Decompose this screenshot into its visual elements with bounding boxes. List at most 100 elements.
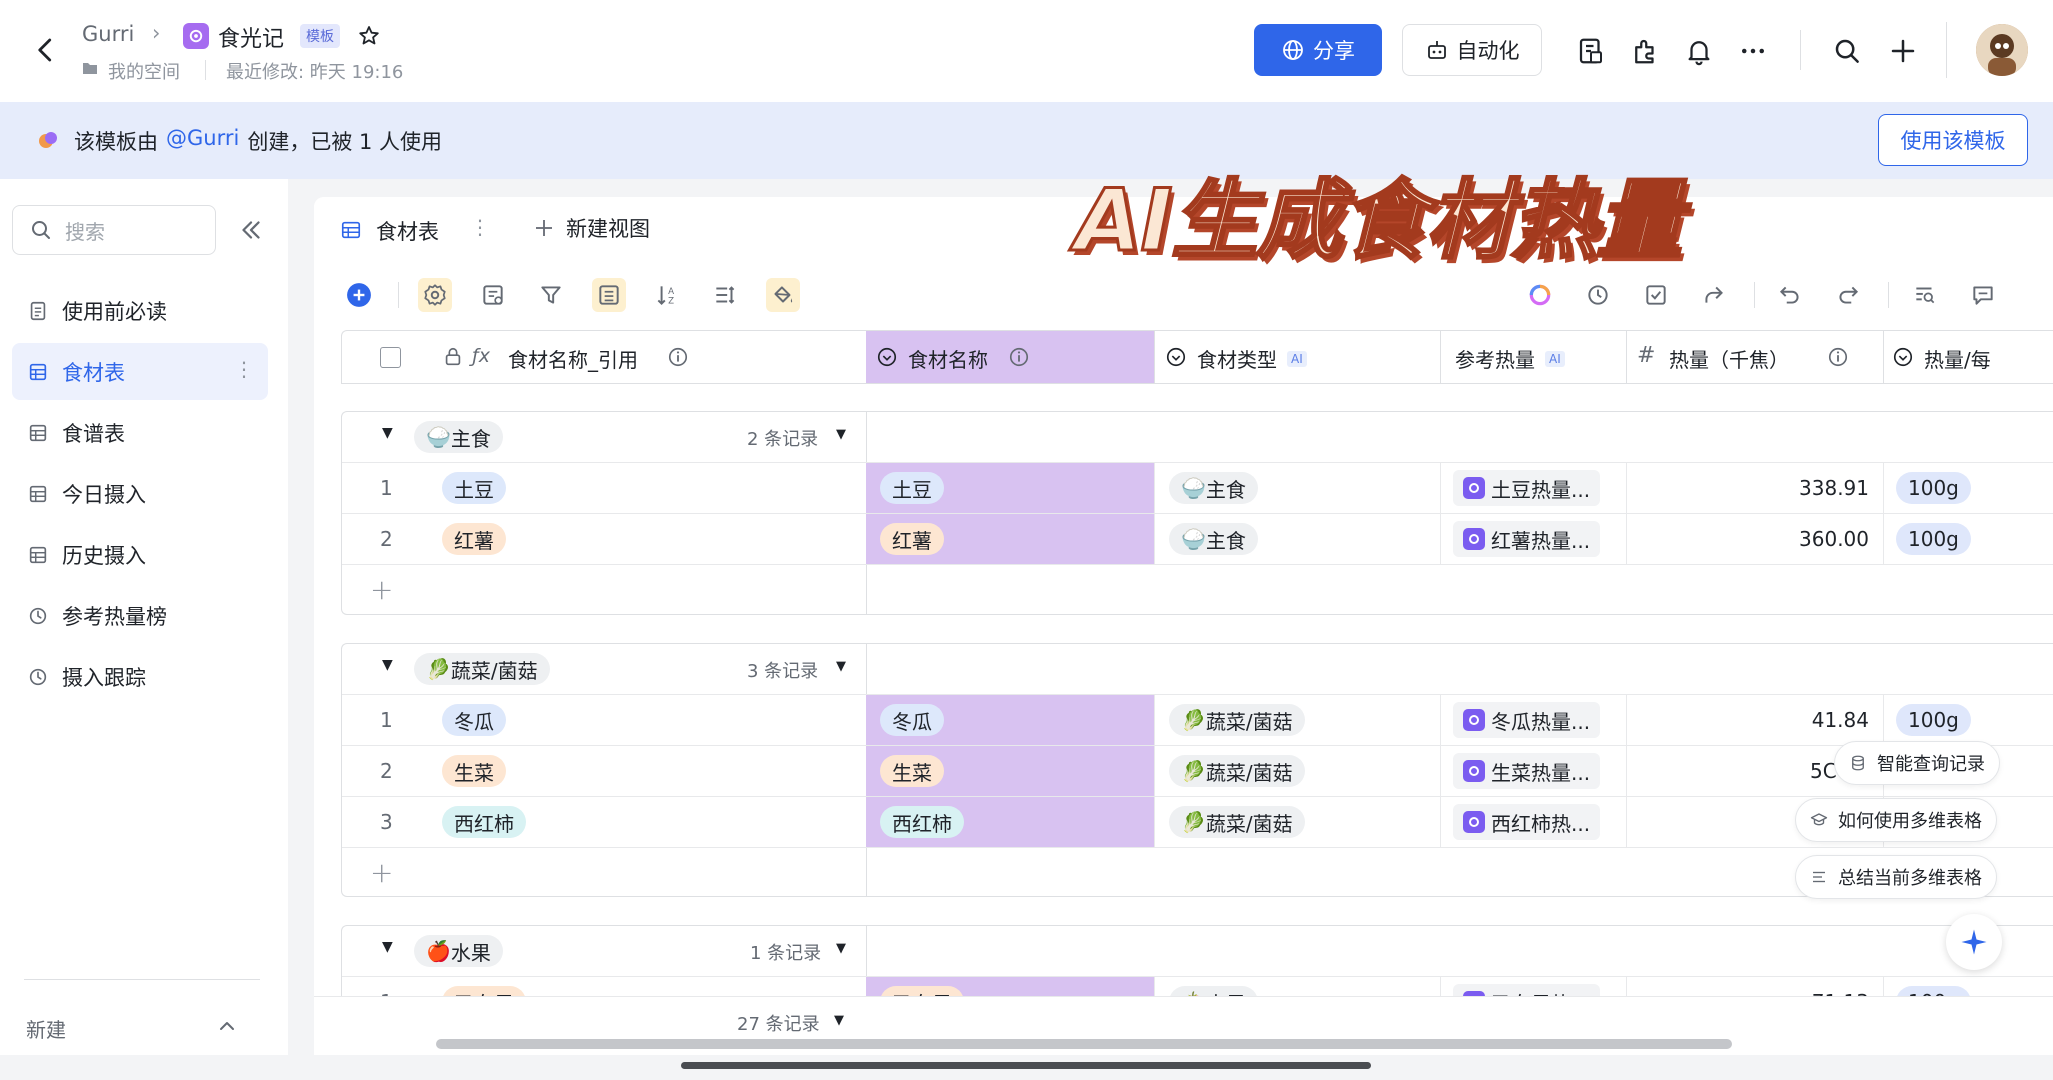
export-icon[interactable]: [1697, 278, 1731, 312]
sidebar-item-label: 使用前必读: [62, 299, 167, 324]
filter-icon[interactable]: [534, 278, 568, 312]
group-header[interactable]: ▼ 🍚 主食 2 条记录 ▼: [342, 412, 866, 462]
ref-calorie-link[interactable]: 冬瓜热量...: [1453, 702, 1601, 738]
share-button[interactable]: 分享: [1254, 24, 1382, 76]
suggestion-label: 智能查询记录: [1877, 754, 1985, 775]
banner-prefix: 该模板由: [74, 130, 158, 154]
star-icon[interactable]: [355, 22, 383, 50]
column-header-name-ref[interactable]: ƒx 食材名称_引用: [341, 330, 866, 384]
sidebar-item-intake-tracking[interactable]: 摄入跟踪: [12, 648, 268, 705]
add-row-icon[interactable]: +: [370, 856, 393, 889]
column-label: 食材类型: [1197, 348, 1277, 372]
ref-calorie-link[interactable]: 西红柿热...: [1453, 804, 1601, 840]
chevron-up-icon[interactable]: [212, 1011, 242, 1041]
more-vertical-icon[interactable]: ⋮: [234, 357, 254, 381]
ai-suggestion-summarize[interactable]: 总结当前多维表格: [1795, 855, 1997, 899]
settings-icon[interactable]: [418, 278, 452, 312]
form-icon[interactable]: [476, 278, 510, 312]
sort-icon[interactable]: AZ: [650, 278, 684, 312]
new-item-label[interactable]: 新建: [26, 1014, 66, 1043]
collapse-group-icon[interactable]: ▼: [382, 657, 393, 673]
redo-icon[interactable]: [1831, 278, 1865, 312]
add-record-icon[interactable]: [342, 278, 376, 312]
sidebar-item-history-intake[interactable]: 历史摄入: [12, 526, 268, 583]
ai-suggestion-smart-query[interactable]: 智能查询记录: [1834, 741, 2000, 785]
table-row[interactable]: 1 土豆 土豆 🍚 主食 土豆热量... 338.91 100g: [342, 462, 2053, 513]
collapse-group-icon[interactable]: ▼: [382, 939, 393, 955]
sidebar-item-ingredients[interactable]: 食材表 ⋮: [12, 343, 268, 400]
sidebar-item-today-intake[interactable]: 今日摄入: [12, 465, 268, 522]
banner-author-link[interactable]: @Gurri: [166, 126, 239, 156]
template-center-icon[interactable]: [1574, 34, 1608, 68]
plus-icon[interactable]: [1886, 34, 1920, 68]
new-view-button[interactable]: 新建视图: [532, 213, 650, 243]
ref-calorie-link[interactable]: 生菜热量...: [1453, 753, 1601, 789]
table-row[interactable]: 2 生菜 生菜 🥬 蔬菜/菌菇 生菜热量... 5C: [342, 745, 2053, 796]
select-all-checkbox[interactable]: [380, 347, 401, 368]
column-header-ref-calorie[interactable]: 参考热量 AI: [1440, 330, 1626, 384]
svg-text:Z: Z: [668, 297, 674, 307]
space-name[interactable]: Gurri: [82, 22, 134, 46]
fill-color-icon[interactable]: [766, 278, 800, 312]
column-header-name[interactable]: 食材名称: [866, 330, 1154, 384]
tab-ingredients-table[interactable]: 食材表 ⋮: [314, 197, 502, 259]
total-count: 27 条记录: [737, 1014, 820, 1035]
automation-button[interactable]: 自动化: [1402, 24, 1542, 76]
ai-sparkle-button[interactable]: [1946, 914, 2002, 970]
info-icon[interactable]: [667, 346, 689, 368]
collapse-group-icon[interactable]: ▼: [382, 425, 393, 441]
group-name: 蔬菜/菌菇: [450, 658, 538, 683]
table-row[interactable]: 1 冬瓜 冬瓜 🥬 蔬菜/菌菇 冬瓜热量... 41.84 100g: [342, 694, 2053, 745]
chevron-down-icon[interactable]: ▼: [836, 659, 846, 674]
chevron-down-icon[interactable]: ▼: [836, 941, 846, 956]
undo-icon[interactable]: [1773, 278, 1807, 312]
ai-assistant-icon[interactable]: [1523, 278, 1557, 312]
top-bar: Gurri › 食光记 模板 我的空间 最近修改: 昨天 19:16 分享 自动…: [0, 0, 2053, 102]
ai-suggestion-how-to-use[interactable]: 如何使用多维表格: [1795, 798, 1997, 842]
column-header-per-unit[interactable]: 热量/每: [1883, 330, 2053, 384]
group-staple: ▼ 🍚 主食 2 条记录 ▼ 1 土豆 土豆 🍚 主食 土豆热量... 338.91…: [341, 411, 2053, 615]
row-height-icon[interactable]: [708, 278, 742, 312]
group-emoji: 🍚: [426, 425, 451, 449]
comment-icon[interactable]: [1966, 278, 2000, 312]
sidebar-item-calorie-ranking[interactable]: 参考热量榜: [12, 587, 268, 644]
plugin-icon[interactable]: [1628, 34, 1662, 68]
group-header[interactable]: ▼ 🍎 水果 1 条记录 ▼: [342, 926, 866, 976]
sidebar-item-recipes[interactable]: 食谱表: [12, 404, 268, 461]
find-icon[interactable]: [1908, 278, 1942, 312]
name-tag: 冬瓜: [880, 704, 944, 736]
ref-calorie-link[interactable]: 红薯热量...: [1453, 521, 1601, 557]
column-header-type[interactable]: 食材类型 AI: [1154, 330, 1440, 384]
chevron-down-icon[interactable]: ▼: [836, 427, 846, 442]
table-row[interactable]: 2 红薯 红薯 🍚 主食 红薯热量... 360.00 100g: [342, 513, 2053, 564]
collapse-sidebar-icon[interactable]: [236, 215, 266, 245]
ref-calorie-link[interactable]: 土豆热量...: [1453, 470, 1601, 506]
chevron-down-icon[interactable]: ▼: [834, 1013, 844, 1028]
more-vertical-icon[interactable]: ⋮: [470, 215, 490, 239]
doc-title[interactable]: 食光记: [218, 21, 284, 53]
avatar[interactable]: [1976, 24, 2028, 76]
sidebar-item-label: 历史摄入: [62, 543, 146, 568]
sidebar-item-readme[interactable]: 使用前必读: [12, 282, 268, 339]
group-header[interactable]: ▼ 🥬 蔬菜/菌菇 3 条记录 ▼: [342, 644, 866, 694]
home-indicator[interactable]: [681, 1062, 1371, 1069]
horizontal-scrollbar[interactable]: [436, 1039, 1732, 1049]
add-row[interactable]: +: [342, 564, 2053, 616]
column-header-calorie[interactable]: # 热量（千焦）: [1626, 330, 1883, 384]
name-ref-tag: 冬瓜: [442, 704, 506, 736]
share-label: 分享: [1313, 39, 1355, 63]
location-label[interactable]: 我的空间: [108, 58, 180, 84]
search-box[interactable]: 搜索: [12, 205, 216, 255]
checklist-icon[interactable]: [1639, 278, 1673, 312]
group-icon[interactable]: [592, 278, 626, 312]
use-template-button[interactable]: 使用该模板: [1878, 114, 2028, 166]
search-icon[interactable]: [1830, 34, 1864, 68]
grid-view-icon: [340, 219, 362, 241]
more-icon[interactable]: [1736, 34, 1770, 68]
bell-icon[interactable]: [1682, 34, 1716, 68]
history-icon[interactable]: [1581, 278, 1615, 312]
back-icon[interactable]: [28, 32, 64, 68]
info-icon[interactable]: [1827, 346, 1849, 368]
info-icon[interactable]: [1008, 346, 1030, 368]
add-row-icon[interactable]: +: [370, 573, 393, 606]
